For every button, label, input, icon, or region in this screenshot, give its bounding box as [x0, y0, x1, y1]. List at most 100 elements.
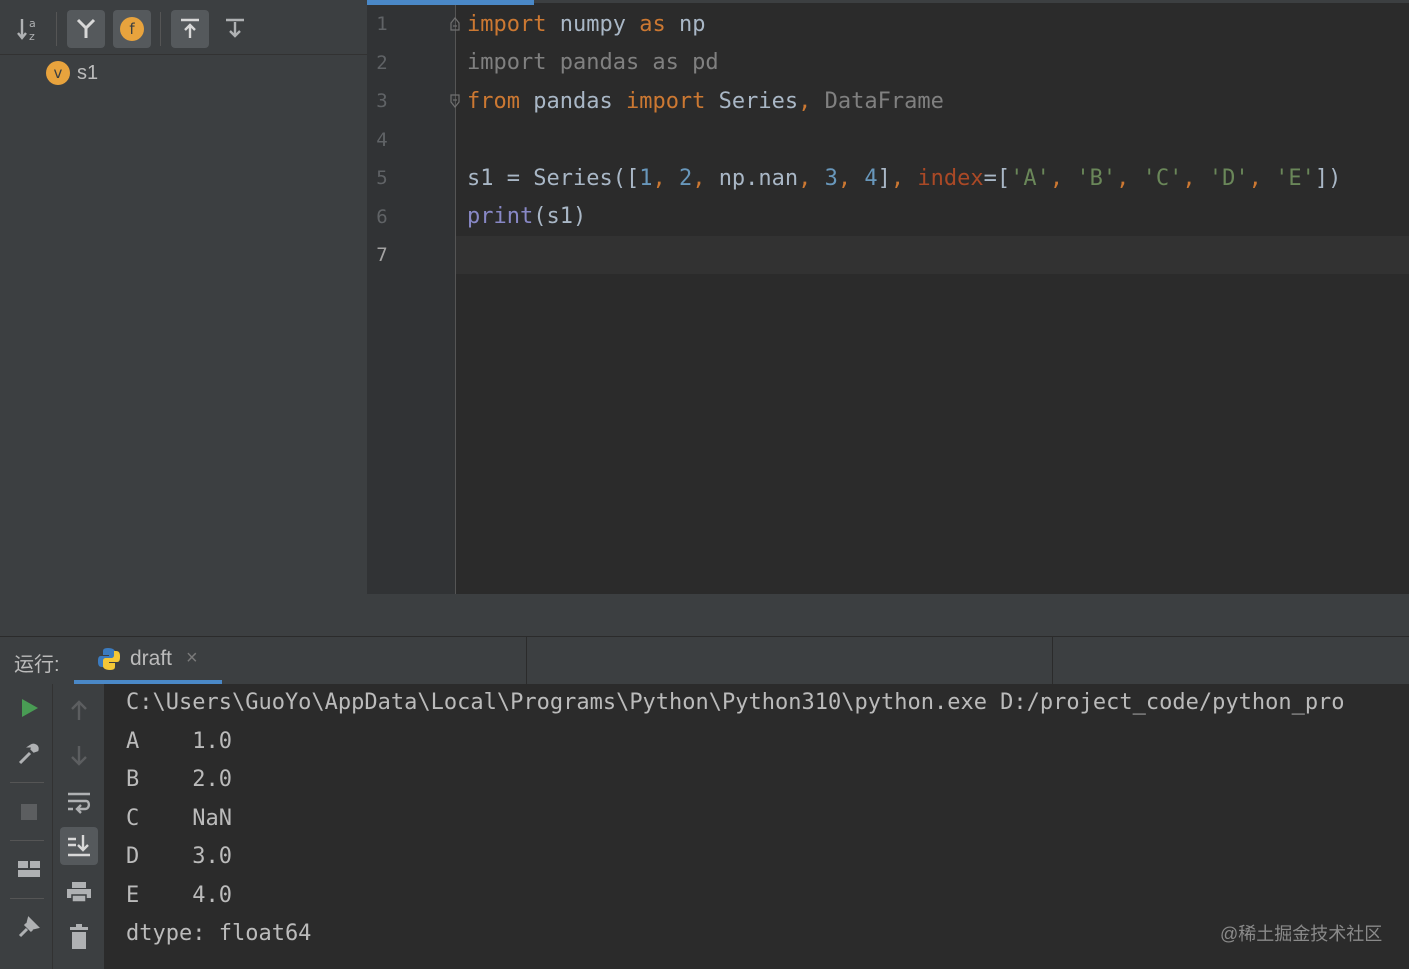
structure-item-s1[interactable]: v s1 — [46, 60, 98, 86]
show-inherited-button[interactable] — [67, 10, 105, 48]
wrench-icon — [18, 743, 39, 765]
keyword: import — [467, 12, 547, 37]
current-line-highlight — [456, 236, 1409, 274]
code-line-1: import numpy as np — [467, 10, 705, 40]
scroll-down-button[interactable] — [64, 741, 94, 771]
string: 'A' — [1010, 166, 1050, 191]
gutter-divider — [455, 0, 456, 594]
fold-end-icon — [450, 94, 460, 108]
comma: , — [692, 166, 719, 191]
expand-all-icon — [181, 18, 199, 38]
keyword: from — [467, 89, 520, 114]
code-text: ]) — [1314, 166, 1342, 191]
print-button[interactable] — [64, 877, 94, 907]
code-text: ] — [877, 166, 891, 191]
run-tab-label: draft — [130, 647, 173, 670]
edit-configuration-button[interactable] — [14, 739, 44, 769]
code-line-3: from pandas import Series, DataFrame — [467, 87, 944, 117]
arrow-up-icon — [71, 700, 87, 720]
line-number: 5 — [376, 167, 388, 189]
string: 'D' — [1208, 166, 1249, 191]
soft-wrap-icon — [68, 792, 91, 814]
string: 'C' — [1142, 166, 1183, 191]
line-number: 6 — [376, 206, 388, 228]
scroll-up-button[interactable] — [64, 695, 94, 725]
comma: , — [1049, 166, 1077, 191]
keyword: as — [639, 12, 666, 37]
stop-icon — [21, 804, 37, 820]
editor-bottom-strip — [367, 594, 1409, 636]
keyword: import — [625, 89, 706, 114]
code-text: =[ — [983, 166, 1011, 191]
soft-wrap-button[interactable] — [64, 787, 94, 817]
console-line: dtype: float64 — [126, 921, 312, 946]
svg-text:a: a — [29, 17, 36, 30]
toolbar-separator — [10, 840, 44, 841]
line-number: 2 — [376, 52, 388, 74]
code-text: pandas — [519, 89, 626, 114]
number: 2 — [678, 166, 693, 191]
code-line-5: s1 = Series([1, 2, np.nan, 3, 4], index=… — [467, 164, 1341, 194]
console-line: B 2.0 — [126, 767, 232, 792]
pin-tab-button[interactable] — [14, 912, 44, 942]
comma: , — [1182, 166, 1209, 191]
clear-all-button[interactable] — [64, 922, 94, 952]
console-line: C:\Users\GuoYo\AppData\Local\Programs\Py… — [126, 690, 1345, 715]
string: 'E' — [1275, 166, 1315, 191]
structure-panel — [0, 0, 367, 636]
code-text: numpy — [546, 12, 640, 37]
toolbar-separator — [10, 782, 44, 783]
code-text: np.nan — [718, 166, 799, 191]
header-divider — [1052, 637, 1053, 684]
close-icon[interactable]: × — [186, 647, 198, 670]
sort-alpha-icon: a z — [17, 17, 36, 43]
code-text: (s1) — [533, 204, 587, 229]
number: 3 — [824, 166, 838, 191]
collapse-all-button[interactable] — [216, 10, 254, 48]
variable-icon: v — [46, 61, 70, 85]
string: 'B' — [1076, 166, 1117, 191]
console-line: C NaN — [126, 806, 232, 831]
code-line-2: import pandas as pd — [467, 48, 719, 78]
hierarchy-icon — [76, 18, 96, 38]
field-icon: f — [120, 17, 144, 41]
python-icon — [98, 648, 120, 670]
print-icon — [67, 882, 91, 903]
layout-button[interactable] — [14, 854, 44, 884]
code-text: s1 = Series([ — [467, 166, 640, 191]
comma: , — [1116, 166, 1143, 191]
structure-item-label: s1 — [77, 61, 99, 84]
sort-alpha-button[interactable]: a z — [10, 10, 48, 48]
scroll-to-end-icon — [68, 835, 90, 857]
scroll-to-end-button[interactable] — [60, 827, 98, 865]
expand-all-button[interactable] — [171, 10, 209, 48]
layout-icon — [18, 861, 40, 877]
show-fields-button[interactable]: f — [113, 10, 151, 48]
rerun-button[interactable] — [14, 693, 44, 723]
comma: , — [1248, 166, 1276, 191]
arrow-down-icon — [71, 746, 87, 766]
fold-start-icon — [450, 17, 460, 31]
line-number: 1 — [376, 13, 388, 35]
collapse-all-icon — [226, 18, 244, 38]
param-name: index — [917, 166, 984, 191]
line-number-current: 7 — [376, 244, 388, 266]
code-text-unused: DataFrame — [811, 89, 944, 114]
code-line-6: print(s1) — [467, 202, 586, 232]
comma: , — [652, 166, 679, 191]
watermark: @稀土掘金技术社区 — [1220, 924, 1383, 944]
play-icon — [22, 699, 38, 717]
stop-button[interactable] — [14, 797, 44, 827]
console-line: D 3.0 — [126, 844, 232, 869]
code-text-unused: import pandas as pd — [467, 50, 719, 75]
structure-toolbar: a z f — [0, 0, 367, 55]
run-toolbar-divider — [52, 684, 53, 969]
toolbar-separator — [10, 898, 44, 899]
run-label: 运行: — [14, 654, 60, 676]
comma: , — [798, 166, 825, 191]
builtin: print — [467, 204, 534, 229]
comma: , — [890, 166, 918, 191]
punctuation: , — [798, 89, 812, 114]
console-line: A 1.0 — [126, 729, 232, 754]
svg-text:z: z — [29, 30, 35, 43]
